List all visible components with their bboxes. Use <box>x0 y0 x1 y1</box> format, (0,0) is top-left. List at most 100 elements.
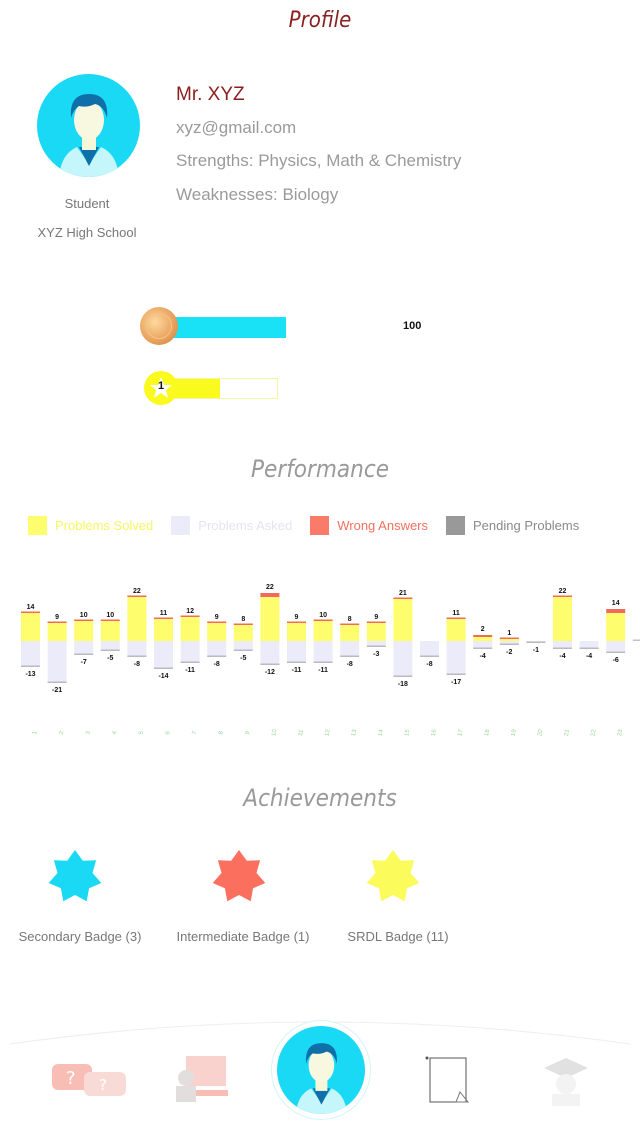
solved-bar <box>366 623 386 641</box>
pending-bar <box>127 655 147 657</box>
asked-label: -12 <box>265 669 275 676</box>
category-label: 9 <box>245 730 252 735</box>
wrong-bar <box>127 595 147 597</box>
wrong-bar <box>393 597 413 599</box>
legend-wrong: Wrong Answers <box>310 516 428 535</box>
solved-bar <box>499 639 519 641</box>
asked-bar <box>606 641 626 653</box>
asked-label: -5 <box>240 655 246 662</box>
wrong-bar <box>180 615 200 617</box>
category-label: 19 <box>511 728 518 736</box>
coin-icon <box>140 307 178 345</box>
whiteboard-icon[interactable] <box>420 1052 480 1108</box>
pending-bar <box>180 661 200 663</box>
category-label: 11 <box>298 729 305 737</box>
profile-avatar[interactable] <box>37 74 140 177</box>
wrong-bar <box>47 621 67 623</box>
coin-progress-fill <box>171 318 285 337</box>
solved-label: 9 <box>55 614 59 621</box>
wrong-bar <box>21 611 40 613</box>
category-label: 4 <box>112 730 119 735</box>
asked-label: -4 <box>559 653 565 660</box>
category-label: 20 <box>537 728 544 736</box>
wrong-bar <box>260 593 280 597</box>
wrong-bar <box>100 619 120 621</box>
asked-label: -11 <box>292 667 302 674</box>
solved-label: 9 <box>295 614 299 621</box>
badge-secondary-icon[interactable] <box>48 850 102 909</box>
solved-label: 9 <box>215 614 219 621</box>
coin-value: 100 <box>403 320 422 332</box>
solved-bar <box>207 623 227 641</box>
solved-bar <box>127 597 147 641</box>
pending-bar <box>313 661 333 663</box>
graduate-icon[interactable] <box>540 1052 592 1108</box>
solved-bar <box>233 625 253 641</box>
asked-label: -4 <box>480 653 486 660</box>
solved-label: 10 <box>80 612 88 619</box>
wrong-bar <box>446 617 466 619</box>
asked-bar <box>154 641 173 669</box>
category-label: 12 <box>324 728 331 736</box>
pending-bar <box>606 651 626 653</box>
solved-bar <box>47 623 67 641</box>
category-label: 3 <box>85 730 92 735</box>
solved-label: 11 <box>160 610 168 617</box>
solved-label: 1 <box>507 630 511 637</box>
legend-asked: Problems Asked <box>171 516 292 535</box>
solved-bar <box>446 619 466 641</box>
solved-bar <box>473 637 493 641</box>
asked-bar <box>260 641 280 665</box>
star-progress-bar <box>162 378 278 399</box>
legend-swatch <box>171 516 191 535</box>
solved-label: 22 <box>559 588 567 595</box>
pending-bar <box>526 641 546 643</box>
wrong-bar <box>366 621 386 623</box>
asked-label: -5 <box>107 655 113 662</box>
asked-label: -1 <box>533 647 539 654</box>
asked-label: -4 <box>586 653 592 660</box>
star-level: 1 <box>157 380 165 392</box>
asked-label: -8 <box>426 661 432 668</box>
asked-bar <box>127 641 147 657</box>
performance-title: Performance <box>251 455 389 483</box>
badge-intermediate-icon[interactable] <box>212 850 266 909</box>
legend-solved: Problems Solved <box>28 516 153 535</box>
badge-intermediate-label: Intermediate Badge (1) <box>176 929 310 944</box>
svg-text:?: ? <box>99 1076 107 1094</box>
asked-bar <box>74 641 94 655</box>
solved-bar <box>553 597 572 641</box>
solved-label: 10 <box>106 612 114 619</box>
svg-text:?: ? <box>66 1068 76 1089</box>
solved-bar <box>313 621 333 641</box>
classroom-icon[interactable] <box>172 1054 232 1106</box>
badge-srdl-icon[interactable] <box>366 850 420 909</box>
pending-bar <box>233 649 253 651</box>
wrong-bar <box>473 635 493 637</box>
asked-label: -18 <box>398 681 408 688</box>
pending-bar <box>553 647 572 649</box>
pending-bar <box>579 647 599 649</box>
nav-profile-button[interactable] <box>271 1020 371 1120</box>
solved-label: 21 <box>399 590 407 597</box>
wrong-bar <box>207 621 227 623</box>
solved-bar <box>154 619 173 641</box>
questions-icon[interactable]: ? ? <box>48 1060 130 1102</box>
profile-name: Mr. XYZ <box>176 84 245 105</box>
asked-bar <box>287 641 306 663</box>
category-label: 17 <box>457 728 464 736</box>
wrong-bar <box>313 619 333 621</box>
pending-bar <box>100 649 120 651</box>
solved-bar <box>393 599 413 641</box>
profile-avatar-icon <box>277 1026 365 1114</box>
pending-bar <box>74 653 94 655</box>
pending-bar <box>366 645 386 647</box>
category-label: 2 <box>59 730 66 735</box>
wrong-bar <box>340 623 360 625</box>
wrong-bar <box>553 595 572 597</box>
asked-bar <box>340 641 360 657</box>
asked-label: -8 <box>347 661 353 668</box>
solved-bar <box>287 623 306 641</box>
legend-label: Wrong Answers <box>337 518 429 533</box>
solved-label: 14 <box>612 600 620 607</box>
